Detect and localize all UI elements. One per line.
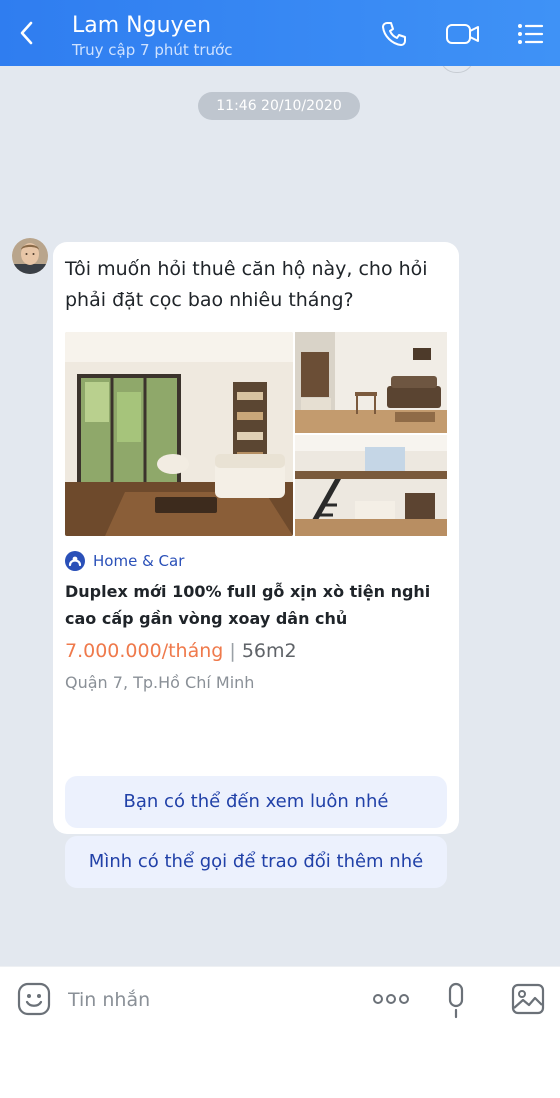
listing-location: Quận 7, Tp.Hồ Chí Minh bbox=[65, 673, 255, 692]
chat-options-button[interactable] bbox=[514, 18, 546, 50]
bottom-safe-area bbox=[0, 1030, 560, 1098]
gallery-icon bbox=[511, 983, 545, 1015]
quick-reply-visit[interactable]: Bạn có thể đến xem luôn nhé bbox=[65, 776, 447, 828]
message-input-bar bbox=[0, 966, 560, 1031]
more-options-button[interactable] bbox=[370, 989, 412, 1009]
listing-photo-duplex[interactable] bbox=[295, 435, 447, 536]
video-call-icon bbox=[446, 24, 479, 44]
list-menu-icon bbox=[518, 24, 544, 44]
back-button[interactable] bbox=[10, 16, 44, 50]
listing-photo-kitchen[interactable] bbox=[295, 332, 447, 433]
contact-name: Lam Nguyen bbox=[72, 13, 212, 38]
listing-price-row: 7.000.000/tháng | 56m2 bbox=[65, 638, 297, 664]
emoji-icon bbox=[17, 982, 51, 1016]
listing-price: 7.000.000/tháng bbox=[65, 640, 224, 662]
voice-message-button[interactable] bbox=[440, 981, 472, 1019]
video-call-button[interactable] bbox=[444, 18, 482, 50]
message-bubble[interactable]: Tôi muốn hỏi thuê căn hộ này, cho hỏi ph… bbox=[53, 242, 459, 888]
listing-source-name: Home & Car bbox=[93, 552, 185, 570]
chevron-left-icon bbox=[20, 21, 33, 45]
emoji-button[interactable] bbox=[16, 981, 52, 1017]
call-button[interactable] bbox=[378, 18, 410, 50]
microphone-icon bbox=[448, 982, 464, 1019]
listing-title[interactable]: Duplex mới 100% full gỗ xịn xò tiện nghi… bbox=[65, 578, 445, 632]
listing-area: 56m2 bbox=[241, 640, 297, 662]
more-icon bbox=[373, 994, 409, 1004]
chat-area[interactable]: 11:46 20/10/2020 Tôi muốn hỏi thuê căn h… bbox=[0, 66, 560, 966]
listing-source[interactable]: Home & Car bbox=[65, 550, 184, 572]
last-seen-status: Truy cập 7 phút trước bbox=[72, 41, 233, 59]
avatar[interactable] bbox=[12, 238, 48, 274]
quick-reply-call[interactable]: Mình có thể gọi để trao đổi thêm nhé bbox=[65, 836, 447, 888]
price-separator: | bbox=[229, 640, 236, 662]
date-timestamp: 11:46 20/10/2020 bbox=[198, 92, 360, 120]
contact-info[interactable]: Lam Nguyen Truy cập 7 phút trước bbox=[72, 12, 232, 60]
phone-icon bbox=[382, 22, 406, 46]
message-text: Tôi muốn hỏi thuê căn hộ này, cho hỏi ph… bbox=[65, 258, 428, 311]
chat-header: Lam Nguyen Truy cập 7 phút trước bbox=[0, 0, 560, 66]
send-photo-button[interactable] bbox=[510, 981, 546, 1017]
message-input[interactable] bbox=[66, 981, 360, 1019]
listing-photo-living-room[interactable] bbox=[65, 332, 293, 536]
scroll-indicator bbox=[440, 66, 474, 73]
home-car-logo-icon bbox=[65, 551, 85, 571]
